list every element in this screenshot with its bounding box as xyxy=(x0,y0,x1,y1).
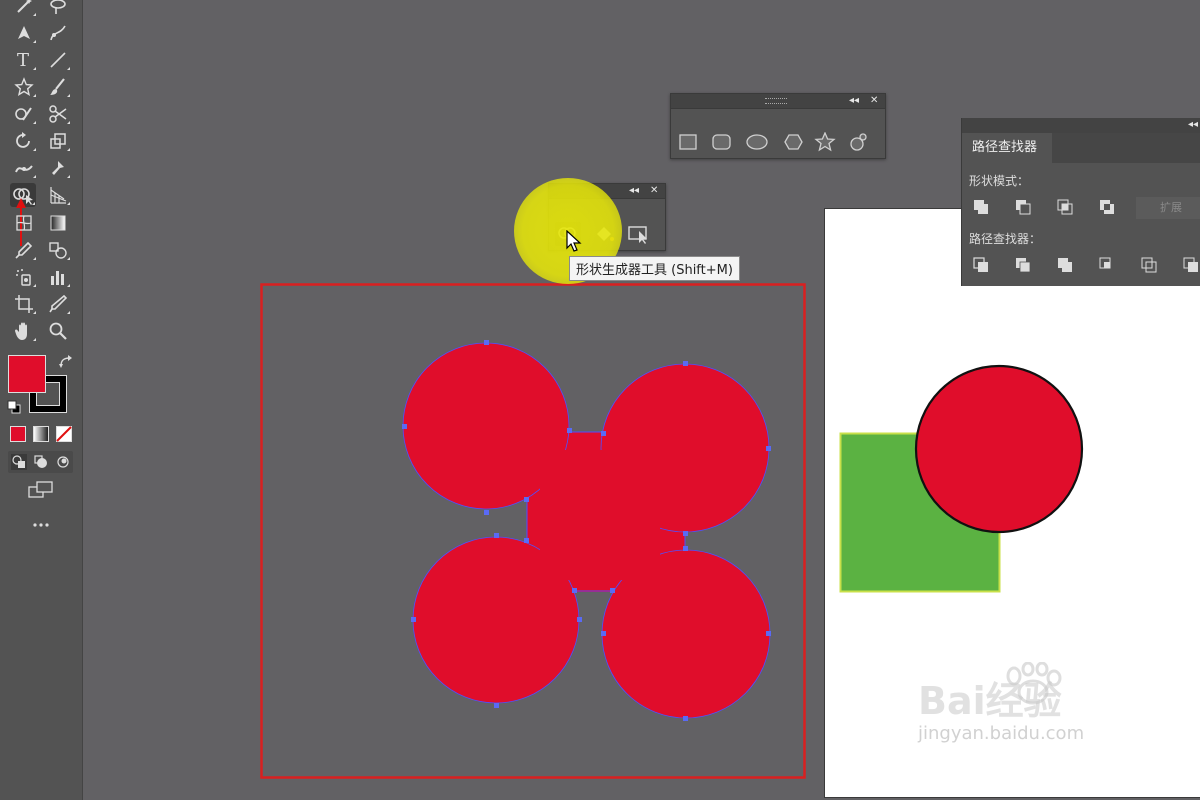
rectangle-tool-icon[interactable] xyxy=(679,134,697,150)
collapse-icon[interactable]: ◂◂ xyxy=(1188,118,1198,132)
star-shape-tool-icon[interactable] xyxy=(814,132,836,152)
expand-button[interactable]: 扩展 xyxy=(1136,197,1200,219)
shapes-panel-header[interactable]: ◂◂ ✕ xyxy=(671,94,885,109)
close-icon[interactable]: ✕ xyxy=(650,184,658,198)
paw-icon xyxy=(1006,662,1062,705)
exclude-icon[interactable] xyxy=(1100,200,1114,214)
baidu-watermark: Bai经验 jingyan.baidu.com xyxy=(918,662,1085,744)
close-icon[interactable]: ✕ xyxy=(870,94,878,108)
minus-front-icon[interactable] xyxy=(1016,200,1031,215)
ellipse-tool-icon[interactable] xyxy=(746,134,768,150)
unite-icon[interactable] xyxy=(974,200,988,214)
live-paint-selection-icon[interactable] xyxy=(627,224,651,244)
minus-back-icon[interactable] xyxy=(1183,257,1198,272)
pathfinder-panel: ◂◂ 路径查找器 形状模式： 扩展 路径查找器： xyxy=(961,118,1200,286)
polygon-tool-icon[interactable] xyxy=(784,134,803,150)
pathfinders-label: 路径查找器： xyxy=(969,232,1042,246)
pathfinders-row xyxy=(973,257,1198,273)
watermark-url: jingyan.baidu.com xyxy=(918,723,1085,744)
red-circle[interactable] xyxy=(914,364,1084,534)
grip-icon xyxy=(765,98,787,104)
merged-red-shape[interactable] xyxy=(402,342,771,719)
tab-strip xyxy=(1052,133,1200,163)
shapes-panel: ◂◂ ✕ xyxy=(670,93,886,159)
collapse-icon[interactable]: ◂◂ xyxy=(629,184,639,198)
tool-tooltip: 形状生成器工具 (Shift+M) xyxy=(569,256,740,281)
collapse-icon[interactable]: ◂◂ xyxy=(849,94,859,108)
merge-icon[interactable] xyxy=(1058,258,1072,272)
trim-icon[interactable] xyxy=(1016,258,1031,273)
pathfinder-panel-header[interactable]: ◂◂ xyxy=(962,118,1200,133)
tab-pathfinder[interactable]: 路径查找器 xyxy=(962,133,1052,163)
shape-modes-row xyxy=(974,199,1114,215)
flare-tool-icon[interactable] xyxy=(850,133,867,151)
intersect-icon[interactable] xyxy=(1057,199,1073,215)
outline-icon[interactable] xyxy=(1141,257,1157,273)
mouse-pointer-icon xyxy=(566,230,582,252)
divide-icon[interactable] xyxy=(973,257,988,272)
rounded-rectangle-tool-icon[interactable] xyxy=(712,134,731,150)
shape-modes-label: 形状模式： xyxy=(969,174,1030,188)
shape-tools-row xyxy=(679,132,867,152)
crop-icon[interactable] xyxy=(1099,257,1111,269)
